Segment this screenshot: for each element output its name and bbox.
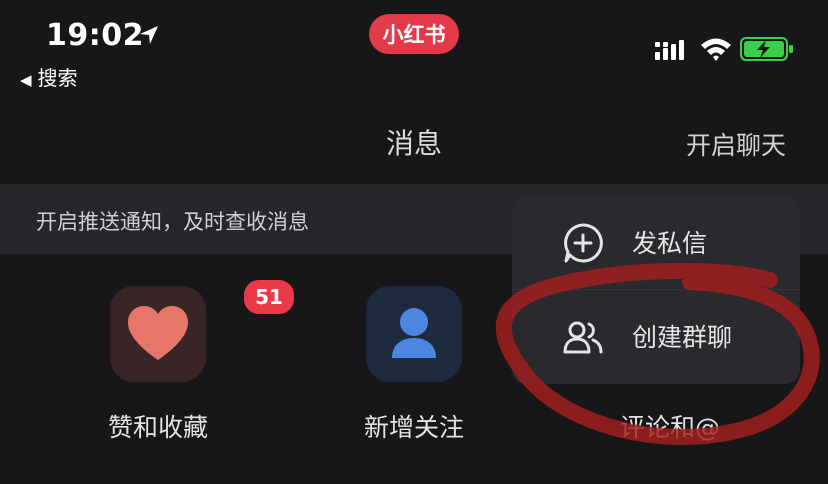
back-triangle-icon: ◀ [20,71,32,89]
battery-charging-icon [740,37,793,61]
add-message-icon [564,223,603,263]
location-arrow-icon [140,26,158,44]
send-message-label: 发私信 [632,229,708,258]
heart-icon [128,306,188,360]
chat-options-popup: 发私信 创建群聊 [512,196,800,384]
create-group-label: 创建群聊 [632,323,733,352]
app-indicator-badge: 小红书 [369,14,459,54]
back-label: 搜索 [37,66,78,90]
person-icon [392,308,436,358]
navigation-bar: 消息 开启聊天 [0,100,828,182]
start-chat-button[interactable]: 开启聊天 [686,126,786,162]
menu-item-create-group[interactable]: 创建群聊 [512,290,800,384]
status-bar: 19:02 ◀ 搜索 小红书 [0,0,828,100]
new-followers-entry[interactable]: 新增关注 [314,286,514,444]
likes-and-favorites-label: 赞和收藏 [107,413,208,442]
status-time: 19:02 [46,18,144,53]
menu-item-send-message[interactable]: 发私信 [512,196,800,290]
cellular-signal-icon [655,40,684,60]
comments-and-mentions-label: 评论和@ [619,413,720,442]
group-icon [563,321,603,354]
likes-and-favorites-entry[interactable]: 51 赞和收藏 [58,278,296,444]
likes-icon-box: 51 [110,278,296,382]
new-followers-label: 新增关注 [363,413,464,442]
push-banner-text: 开启推送通知，及时查收消息 [36,210,309,234]
wifi-icon [701,38,731,61]
likes-unread-badge: 51 [242,278,296,316]
followers-icon-box [366,286,462,382]
back-to-search-link[interactable]: ◀ 搜索 [20,62,78,91]
